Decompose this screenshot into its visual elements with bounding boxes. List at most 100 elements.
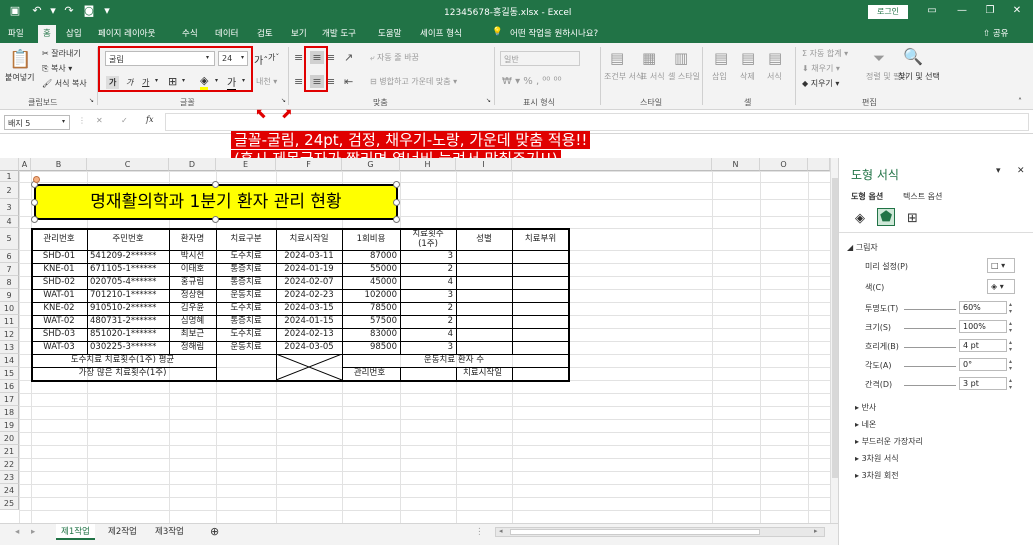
- size-properties-icon[interactable]: ⊞: [907, 211, 918, 226]
- col-header[interactable]: [808, 158, 830, 171]
- tab-home[interactable]: 홈: [38, 25, 56, 43]
- table-cell[interactable]: 45000: [345, 276, 397, 289]
- collapse-ribbon-icon[interactable]: ˄: [1018, 97, 1022, 106]
- scrollbar-thumb[interactable]: [832, 178, 838, 478]
- insert-cells-icon[interactable]: ▤: [714, 49, 728, 67]
- sheet-tab-3[interactable]: 제3작업: [150, 524, 189, 540]
- format-cells-button[interactable]: 서식: [767, 71, 782, 82]
- number-format-select[interactable]: 일반: [500, 51, 580, 66]
- login-button[interactable]: 로그인: [868, 5, 908, 19]
- tab-formulas[interactable]: 수식: [182, 27, 198, 39]
- section-3d-format[interactable]: ▸ 3차원 서식: [855, 453, 899, 464]
- table-cell[interactable]: 87000: [345, 250, 397, 263]
- table-cell[interactable]: 도수치료 치료횟수(1주) 평균: [32, 354, 213, 367]
- section-3d-rotation[interactable]: ▸ 3차원 회전: [855, 470, 899, 481]
- section-reflection[interactable]: ▸ 반사: [855, 402, 876, 413]
- row-header[interactable]: 15: [0, 367, 19, 380]
- cancel-icon[interactable]: ✕: [96, 116, 103, 125]
- table-cell[interactable]: 2: [403, 315, 453, 328]
- table-cell[interactable]: 운동치료: [219, 341, 273, 354]
- table-cell[interactable]: 최보근: [172, 328, 213, 341]
- table-cell[interactable]: 도수치료: [219, 302, 273, 315]
- size-input[interactable]: 100%: [959, 320, 1007, 333]
- format-table-icon[interactable]: ▦: [642, 49, 656, 67]
- row-header[interactable]: 6: [0, 250, 19, 263]
- cell-styles-button[interactable]: 셀 스타일: [668, 71, 700, 82]
- paste-icon[interactable]: 📋: [9, 49, 31, 70]
- angle-input[interactable]: 0°: [959, 358, 1007, 371]
- table-cell[interactable]: 운동치료 환자 수: [342, 354, 566, 367]
- format-table-button[interactable]: 표 서식: [640, 71, 665, 82]
- table-cell[interactable]: SHD-02: [34, 276, 84, 289]
- section-glow[interactable]: ▸ 네온: [855, 419, 876, 430]
- format-painter-button[interactable]: 🖌 서식 복사: [42, 78, 87, 89]
- clear-button[interactable]: ◆ 지우기 ▾: [802, 78, 839, 89]
- table-header[interactable]: 치료구분: [217, 228, 275, 250]
- row-header[interactable]: 21: [0, 445, 19, 458]
- table-cell[interactable]: 671105-1******: [90, 263, 166, 276]
- table-cell[interactable]: SHD-01: [34, 250, 84, 263]
- dialog-launcher-icon[interactable]: ↘: [89, 97, 94, 104]
- spinner-icon[interactable]: ▴ ▾: [1009, 301, 1017, 315]
- col-header[interactable]: [512, 158, 712, 171]
- blur-slider[interactable]: [904, 347, 956, 348]
- table-cell[interactable]: 020705-4******: [90, 276, 166, 289]
- resize-handle[interactable]: [31, 199, 38, 206]
- effects-icon[interactable]: ⬟: [877, 208, 896, 226]
- table-cell[interactable]: 480731-2******: [90, 315, 166, 328]
- conditional-format-icon[interactable]: ▤: [610, 49, 624, 67]
- wrap-text-button[interactable]: ⤶ 자동 줄 바꿈: [370, 52, 419, 63]
- row-header[interactable]: 2: [0, 182, 19, 199]
- undo-icon[interactable]: ↶: [30, 4, 44, 18]
- currency-icon[interactable]: ₩ ▾ % , ⁰⁰ ⁰⁰: [502, 76, 562, 87]
- col-header[interactable]: A: [19, 158, 31, 171]
- resize-handle[interactable]: [393, 181, 400, 188]
- row-header[interactable]: 18: [0, 406, 19, 419]
- row-header[interactable]: 13: [0, 341, 19, 354]
- table-cell[interactable]: 홍규림: [172, 276, 213, 289]
- table-cell[interactable]: 2024-01-19: [279, 263, 339, 276]
- format-cells-icon[interactable]: ▤: [768, 49, 782, 67]
- resize-handle[interactable]: [393, 199, 400, 206]
- table-cell[interactable]: 김우윤: [172, 302, 213, 315]
- next-sheet-icon[interactable]: ▸: [26, 524, 40, 540]
- blur-input[interactable]: 4 pt: [959, 339, 1007, 352]
- spinner-icon[interactable]: ▴ ▾: [1009, 377, 1017, 391]
- preset-dropdown[interactable]: □ ▾: [987, 258, 1015, 273]
- resize-handle[interactable]: [212, 216, 219, 223]
- cut-button[interactable]: ✂ 잘라내기: [42, 48, 81, 59]
- table-cell[interactable]: 4: [403, 328, 453, 341]
- table-cell[interactable]: 3: [403, 341, 453, 354]
- row-header[interactable]: 20: [0, 432, 19, 445]
- table-cell[interactable]: 2024-03-05: [279, 341, 339, 354]
- redo-icon[interactable]: ↷: [62, 4, 76, 18]
- size-slider[interactable]: [904, 328, 956, 329]
- delete-cells-button[interactable]: 삭제: [740, 71, 755, 82]
- restore-icon[interactable]: ❐: [978, 3, 1002, 19]
- minimize-icon[interactable]: —: [950, 3, 974, 19]
- fill-button[interactable]: ⬇ 채우기 ▾: [802, 63, 840, 74]
- tab-insert[interactable]: 삽입: [66, 27, 82, 39]
- transparency-slider[interactable]: [904, 309, 956, 310]
- row-header[interactable]: 8: [0, 276, 19, 289]
- align-top-icon[interactable]: ≡: [294, 51, 303, 64]
- table-cell[interactable]: 통증치료: [219, 263, 273, 276]
- scrollbar-thumb[interactable]: [510, 529, 760, 535]
- sheet-tab-1[interactable]: 제1작업: [56, 524, 95, 540]
- col-header[interactable]: D: [169, 158, 216, 171]
- row-header[interactable]: 25: [0, 497, 19, 510]
- row-header[interactable]: 7: [0, 263, 19, 276]
- row-header[interactable]: 14: [0, 354, 19, 367]
- distance-slider[interactable]: [904, 385, 956, 386]
- row-header[interactable]: 12: [0, 328, 19, 341]
- tab-help[interactable]: 도움말: [378, 27, 401, 39]
- table-cell[interactable]: 치료시작일: [456, 367, 509, 380]
- copy-button[interactable]: ⎘ 복사 ▾: [42, 63, 72, 74]
- tab-page-layout[interactable]: 페이지 레이아웃: [98, 27, 155, 39]
- adjust-handle[interactable]: [33, 176, 40, 183]
- table-cell[interactable]: 2024-03-15: [279, 302, 339, 315]
- autosum-button[interactable]: Σ 자동 합계 ▾: [802, 48, 848, 59]
- conditional-format-button[interactable]: 조건부 서식: [604, 71, 643, 82]
- close-icon[interactable]: ✕: [1005, 3, 1029, 19]
- table-cell[interactable]: 98500: [345, 341, 397, 354]
